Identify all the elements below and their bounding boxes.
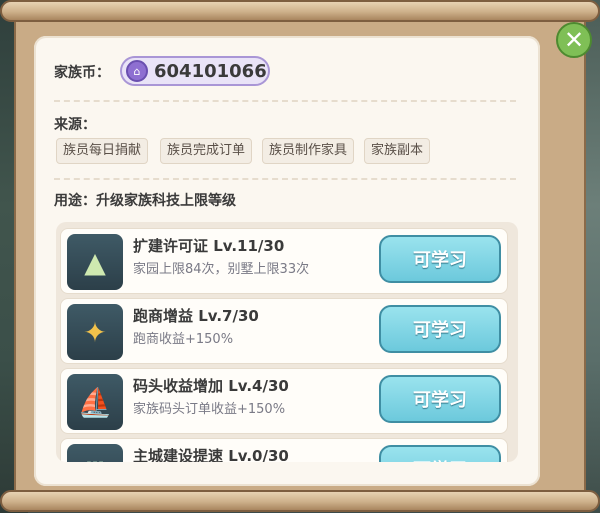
tech-desc: 家族码头订单收益+150% [133, 402, 286, 417]
tech-row: ✦ 跑商增益 Lv.7/30 跑商收益+150% 可学习 [60, 298, 508, 364]
clan-tech-list[interactable]: ▲ 扩建许可证 Lv.11/30 家园上限84次，别墅上限33次 可学习 ✦ 跑… [56, 222, 518, 462]
clan-coin-icon: ⌂ [126, 60, 148, 82]
tech-desc: 跑商收益+150% [133, 332, 234, 347]
currency-label: 家族币： [54, 65, 110, 81]
castle-icon: ♜ [67, 444, 123, 462]
learn-button[interactable]: 可学习 [379, 445, 501, 462]
tech-title: 扩建许可证 Lv.11/30 [133, 237, 285, 255]
divider [54, 178, 516, 180]
currency-balance-pill: ⌂ 604101066 [120, 56, 270, 86]
learn-button[interactable]: 可学习 [379, 305, 501, 353]
source-tag: 族员每日捐献 [56, 138, 149, 164]
tech-title: 主城建设提速 Lv.0/30 [133, 447, 289, 462]
usage-text: 用途：升级家族科技上限等级 [54, 193, 236, 209]
running-courier-icon: ✦ [67, 304, 123, 360]
tech-row: ⛵ 码头收益增加 Lv.4/30 家族码头订单收益+150% 可学习 [60, 368, 508, 434]
learn-button[interactable]: 可学习 [379, 235, 501, 283]
floating-island-icon: ▲ [67, 234, 123, 290]
source-tag: 族员制作家具 [262, 138, 355, 164]
scroll-rod-bottom [0, 490, 600, 512]
tech-desc: 家园上限84次，别墅上限33次 [133, 262, 310, 277]
tech-row: ♜ 主城建设提速 Lv.0/30 可学习 [60, 438, 508, 462]
divider [54, 100, 516, 102]
tech-title: 跑商增益 Lv.7/30 [133, 307, 259, 325]
learn-button[interactable]: 可学习 [379, 375, 501, 423]
tech-row: ▲ 扩建许可证 Lv.11/30 家园上限84次，别墅上限33次 可学习 [60, 228, 508, 294]
tech-title: 码头收益增加 Lv.4/30 [133, 377, 289, 395]
currency-value: 604101066 [154, 61, 267, 82]
airship-icon: ⛵ [67, 374, 123, 430]
source-label: 来源： [54, 117, 96, 133]
close-icon: ✕ [563, 26, 585, 54]
source-tag: 族员完成订单 [160, 138, 253, 164]
close-button[interactable]: ✕ [556, 22, 592, 58]
source-tag: 家族副本 [364, 138, 431, 164]
scroll-rod-top [0, 0, 600, 22]
